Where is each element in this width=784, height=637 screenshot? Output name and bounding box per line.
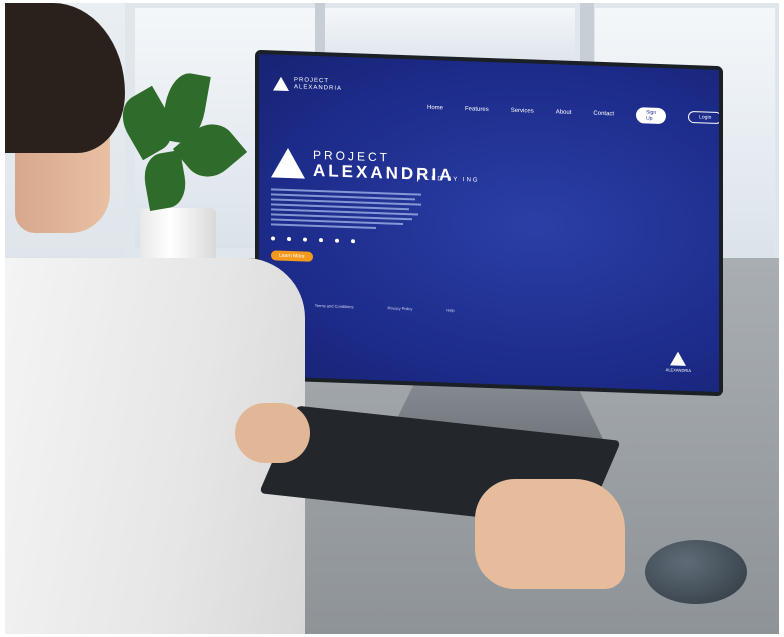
login-button[interactable]: Login bbox=[688, 110, 719, 125]
nav-services[interactable]: Services bbox=[511, 108, 534, 115]
nav-features[interactable]: Features bbox=[465, 106, 489, 113]
hero-logo-icon bbox=[271, 147, 305, 179]
learn-more-button[interactable]: Learn More bbox=[271, 250, 313, 262]
carousel-dot[interactable] bbox=[335, 238, 339, 243]
corner-logo-icon bbox=[670, 351, 687, 366]
carousel-dot[interactable] bbox=[287, 236, 291, 242]
carousel-dot[interactable] bbox=[351, 239, 355, 244]
nav-about[interactable]: About bbox=[556, 109, 572, 116]
photo-scene: PROJECT ALEXANDRIA Home Features Service… bbox=[5, 3, 779, 634]
carousel-dot[interactable] bbox=[303, 237, 307, 242]
corner-logo: ALEXANDRIA bbox=[666, 351, 691, 373]
site-nav: Home Features Services About Contact Sig… bbox=[427, 100, 719, 126]
logo-triangle-icon bbox=[273, 76, 289, 92]
corner-logo-text: ALEXANDRIA bbox=[665, 367, 691, 374]
carousel-dot[interactable] bbox=[271, 236, 275, 241]
signup-button[interactable]: Sign Up bbox=[636, 107, 667, 125]
person-right-hand bbox=[475, 479, 625, 589]
person-left-hand bbox=[235, 403, 310, 463]
person-hair bbox=[5, 3, 125, 153]
carousel-dot[interactable] bbox=[319, 238, 323, 243]
nav-logo[interactable]: PROJECT ALEXANDRIA bbox=[273, 76, 342, 92]
monitor-screen: PROJECT ALEXANDRIA Home Features Service… bbox=[259, 53, 719, 393]
nav-logo-line2: ALEXANDRIA bbox=[294, 84, 343, 92]
nav-logo-text: PROJECT ALEXANDRIA bbox=[294, 77, 342, 93]
footer-terms[interactable]: Terms and Conditions bbox=[315, 303, 354, 309]
hero-paragraph bbox=[271, 188, 421, 233]
footer-privacy[interactable]: Privacy Policy bbox=[387, 305, 412, 311]
footer-help[interactable]: Help bbox=[446, 308, 454, 313]
nav-home[interactable]: Home bbox=[427, 105, 443, 112]
monitor: PROJECT ALEXANDRIA Home Features Service… bbox=[255, 49, 723, 397]
carousel-dots bbox=[271, 236, 355, 244]
mouse bbox=[645, 540, 747, 604]
nav-contact[interactable]: Contact bbox=[593, 111, 614, 118]
